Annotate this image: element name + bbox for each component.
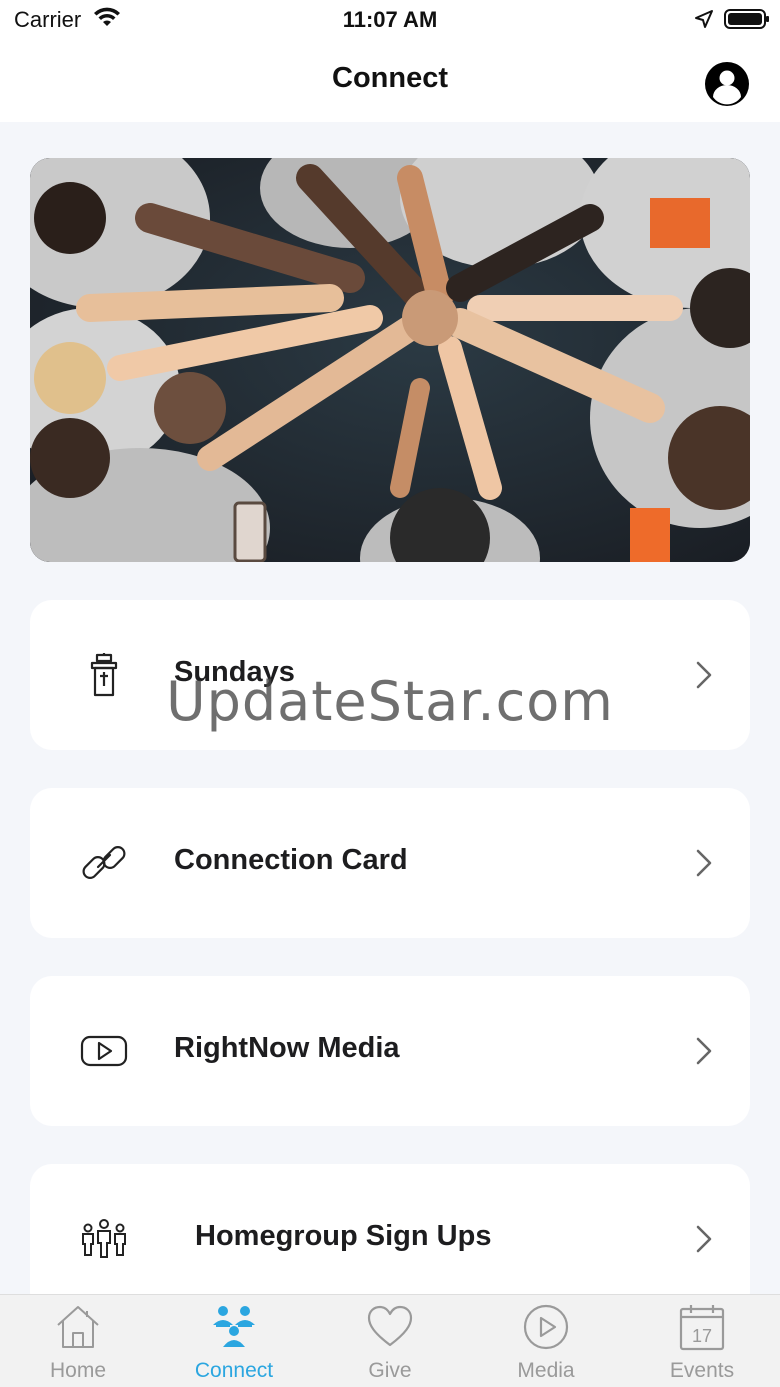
page-title: Connect bbox=[332, 62, 448, 94]
menu-item-label: Homegroup Sign Ups bbox=[195, 1220, 492, 1252]
tab-label: Home bbox=[49, 1359, 107, 1382]
menu-item-connection-card[interactable]: Connection Card bbox=[30, 788, 750, 938]
play-circle-icon bbox=[523, 1304, 569, 1350]
tab-media[interactable]: Media bbox=[468, 1295, 624, 1387]
connect-people-icon bbox=[213, 1306, 255, 1347]
tab-home[interactable]: Home bbox=[0, 1295, 156, 1387]
video-play-icon bbox=[80, 1035, 128, 1067]
group-people-icon bbox=[82, 1219, 126, 1258]
menu-item-label: Sundays bbox=[174, 656, 295, 688]
menu-item-label: Connection Card bbox=[174, 844, 408, 876]
lighthouse-icon bbox=[90, 653, 118, 697]
hands-together-photo bbox=[30, 158, 750, 562]
chevron-right-icon bbox=[696, 849, 712, 877]
link-icon bbox=[82, 846, 126, 879]
tab-label: Media bbox=[517, 1359, 575, 1382]
tab-label: Connect bbox=[194, 1359, 274, 1382]
calendar-icon: 17 bbox=[679, 1305, 725, 1351]
calendar-day-label: 17 bbox=[692, 1326, 712, 1346]
menu-item-rightnow-media[interactable]: RightNow Media bbox=[30, 976, 750, 1126]
location-arrow-icon bbox=[695, 10, 713, 28]
heart-icon bbox=[367, 1305, 413, 1347]
status-bar: Carrier 11:07 AM bbox=[0, 0, 780, 42]
menu-item-homegroup-sign-ups[interactable]: Homegroup Sign Ups bbox=[30, 1164, 750, 1314]
chevron-right-icon bbox=[696, 1037, 712, 1065]
chevron-right-icon bbox=[696, 1225, 712, 1253]
tab-give[interactable]: Give bbox=[312, 1295, 468, 1387]
tab-label: Events bbox=[669, 1359, 735, 1382]
menu-item-label: RightNow Media bbox=[174, 1032, 400, 1064]
menu-item-sundays[interactable]: Sundays bbox=[30, 600, 750, 750]
navigation-bar: Connect bbox=[0, 42, 780, 122]
tab-events[interactable]: 17 Events bbox=[624, 1295, 780, 1387]
hero-image bbox=[30, 158, 750, 562]
battery-icon bbox=[724, 9, 769, 29]
tab-bar: Home Connect Give Media 17 Events bbox=[0, 1294, 780, 1387]
tab-label: Give bbox=[368, 1359, 412, 1382]
chevron-right-icon bbox=[696, 661, 712, 689]
tab-connect[interactable]: Connect bbox=[156, 1295, 312, 1387]
profile-icon[interactable] bbox=[704, 61, 750, 107]
home-icon bbox=[57, 1306, 99, 1348]
status-time: 11:07 AM bbox=[342, 7, 438, 32]
